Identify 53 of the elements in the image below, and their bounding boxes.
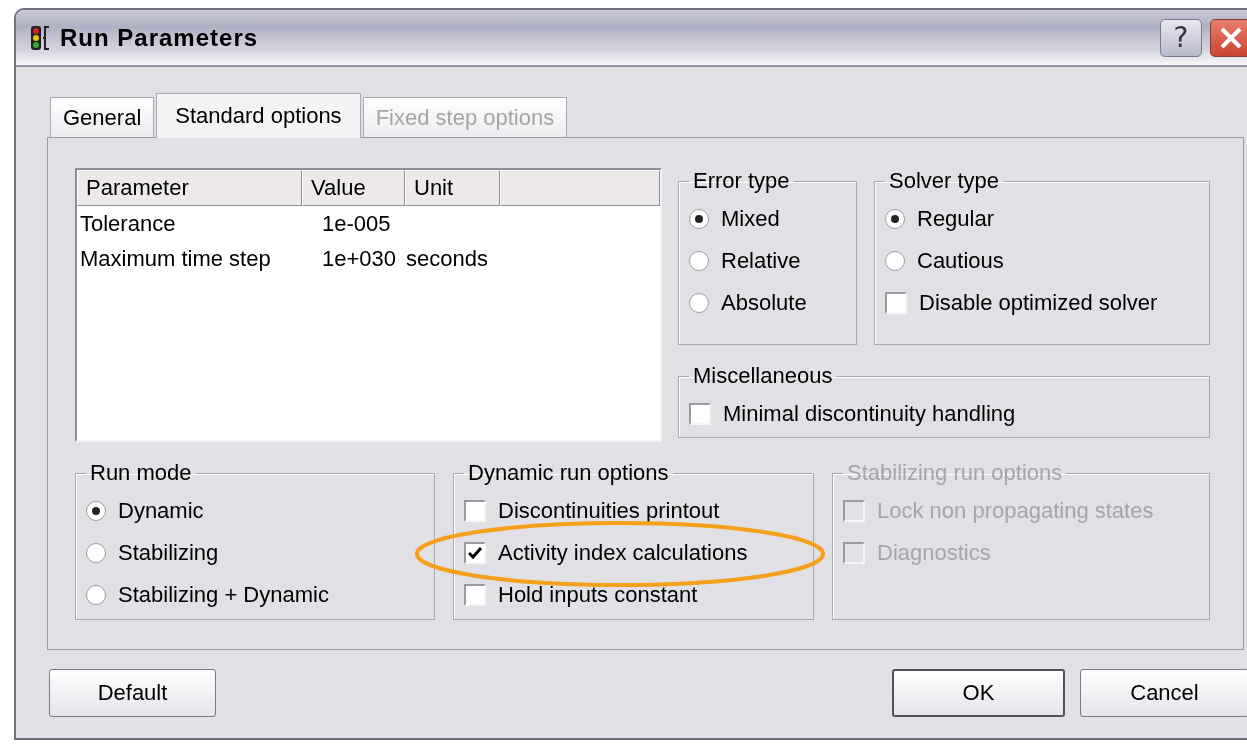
- option-label: Stabilizing + Dynamic: [118, 582, 329, 608]
- close-button[interactable]: [1210, 18, 1247, 57]
- radio-button[interactable]: [86, 543, 106, 563]
- option-label: Lock non propagating states: [877, 498, 1154, 524]
- radio-button[interactable]: [689, 209, 709, 229]
- option-label: Absolute: [721, 290, 807, 316]
- tab[interactable]: General: [50, 97, 155, 137]
- parameter-cell-text: Maximum time step: [80, 245, 272, 272]
- option-label: Cautious: [917, 248, 1004, 274]
- group-title: Miscellaneous: [692, 363, 834, 389]
- dialog-button[interactable]: Cancel: [1080, 669, 1247, 717]
- group-title: Run mode: [89, 460, 193, 486]
- option-label: Diagnostics: [877, 540, 991, 566]
- help-button[interactable]: ?: [1160, 18, 1202, 57]
- radio-button[interactable]: [885, 251, 905, 271]
- traffic-light-icon: [30, 24, 52, 51]
- option-label: Minimal discontinuity handling: [723, 401, 1016, 427]
- option-label: Mixed: [721, 206, 780, 232]
- dialog-button[interactable]: OK: [892, 669, 1065, 717]
- option-label: Activity index calculations: [498, 540, 748, 566]
- option-label: Hold inputs constant: [498, 582, 698, 608]
- parameter-cell-text: Tolerance: [80, 210, 177, 237]
- group-title: Error type: [692, 168, 791, 194]
- column-header[interactable]: Unit: [405, 170, 500, 206]
- group-title: Stabilizing run options: [846, 460, 1064, 486]
- column-header[interactable]: Parameter: [77, 170, 302, 206]
- option-label: Stabilizing: [118, 540, 219, 566]
- option-label: Regular: [917, 206, 995, 232]
- radio-button[interactable]: [689, 293, 709, 313]
- value-cell-text: 1e-005: [322, 210, 392, 237]
- checkbox[interactable]: [464, 584, 486, 606]
- option-label: Dynamic: [118, 498, 204, 524]
- tab[interactable]: Standard options: [156, 93, 361, 138]
- group-title: Solver type: [888, 168, 1001, 194]
- radio-button[interactable]: [689, 251, 709, 271]
- option-label: Disable optimized solver: [919, 290, 1158, 316]
- checkbox[interactable]: [464, 500, 486, 522]
- checkbox[interactable]: [689, 403, 711, 425]
- radio-button[interactable]: [885, 209, 905, 229]
- dialog-button[interactable]: Default: [49, 669, 216, 717]
- radio-button[interactable]: [86, 501, 106, 521]
- column-header[interactable]: Value: [302, 170, 405, 206]
- unit-cell-text: seconds: [406, 245, 489, 272]
- window-title: Run Parameters: [60, 23, 260, 52]
- radio-button[interactable]: [86, 585, 106, 605]
- option-label: Relative: [721, 248, 801, 274]
- checkbox[interactable]: [885, 292, 907, 314]
- group-title: Dynamic run options: [467, 460, 670, 486]
- value-cell-text: 1e+030: [322, 245, 398, 272]
- option-label: Discontinuities printout: [498, 498, 720, 524]
- checkbox[interactable]: [464, 542, 486, 564]
- checkmark-icon: [468, 547, 482, 559]
- column-header[interactable]: [500, 170, 660, 206]
